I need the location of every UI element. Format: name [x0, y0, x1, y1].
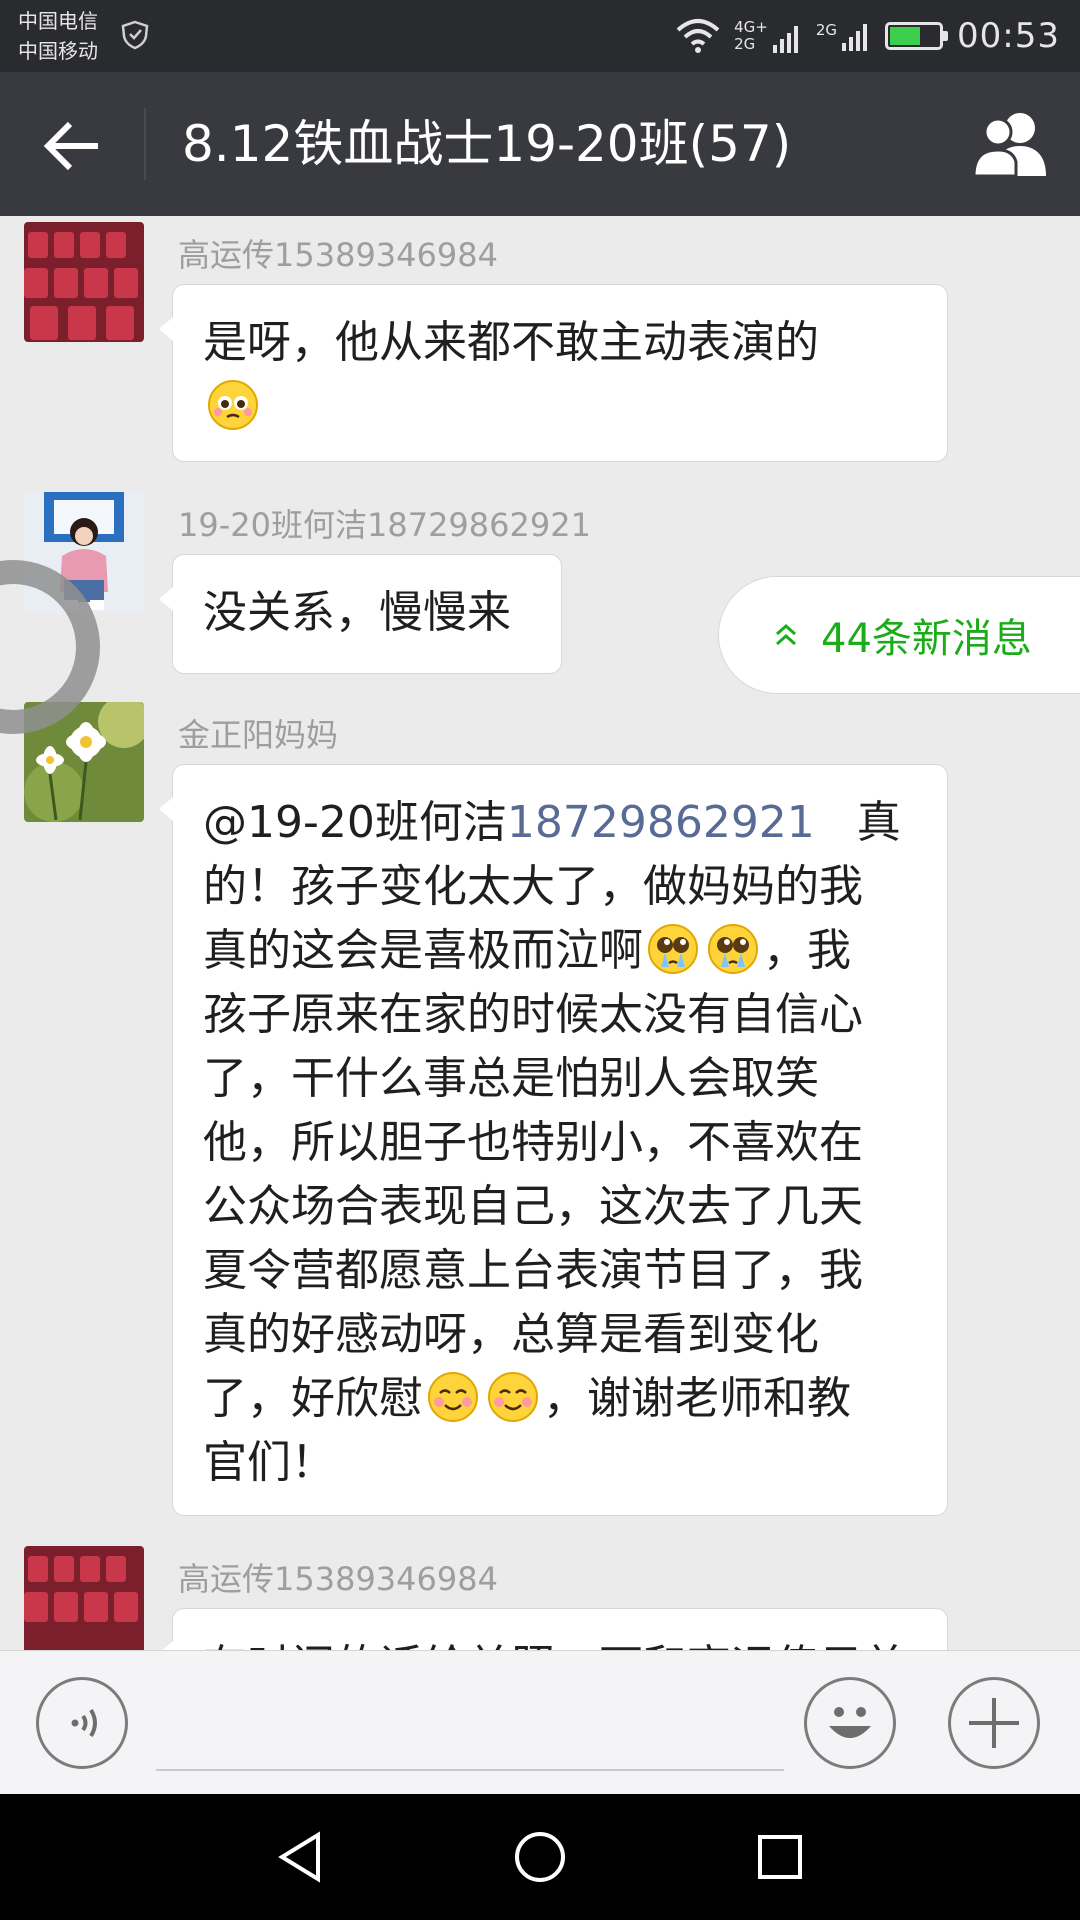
signal-2g: 2G — [816, 21, 871, 51]
chat-header: 8.12铁血战士19-20班(57) — [0, 72, 1080, 216]
nav-back-icon[interactable] — [270, 1827, 330, 1887]
smiley-icon — [829, 1707, 871, 1738]
new-messages-label: 44条新消息 — [821, 616, 1032, 662]
message-text-line-10a: 了，好欣慰 — [203, 1373, 423, 1424]
message-text-line-6: 他，所以胆子也特别小，不喜欢在 — [203, 1117, 863, 1168]
message-text-line-5: 了，干什么事总是怕别人会取笑 — [203, 1053, 819, 1104]
voice-button[interactable] — [36, 1677, 128, 1769]
new-messages-button[interactable]: 44条新消息 — [718, 576, 1080, 694]
status-bar: 中国电信 中国移动 4G+ 2G 2G 00:53 — [0, 0, 1080, 72]
message-bubble[interactable]: 没关系，慢慢来 — [159, 554, 562, 674]
back-arrow-icon[interactable] — [40, 114, 104, 178]
sender-name: 19-20班何洁18729862921 — [178, 506, 591, 544]
message-text-line-3b: ，我 — [763, 925, 851, 976]
input-bar — [0, 1650, 1080, 1795]
network-label-2g-a: 2G — [734, 35, 756, 53]
mention-number[interactable]: 18729862921 — [507, 797, 815, 848]
message-text-line-9: 真的好感动呀，总算是看到变化 — [203, 1309, 819, 1360]
message-bubble[interactable]: @19-20班何洁18729862921 真 的！孩子变化太大了，做妈妈的我 真的… — [159, 764, 948, 1516]
teary-face-emoji-icon — [648, 924, 698, 974]
signal-bars-icon-2 — [842, 24, 868, 51]
signal-4g: 4G+ 2G — [734, 19, 802, 53]
message-list[interactable]: 高运传15389346984 是呀，他从来都不敢主动表演的 19-20班何洁18… — [0, 216, 1080, 1650]
title-divider — [144, 108, 146, 180]
avatar[interactable] — [24, 1546, 144, 1650]
message-text-line-7: 公众场合表现自己，这次去了几天 — [203, 1181, 863, 1232]
plus-icon — [969, 1698, 1019, 1748]
signal-bars-icon — [772, 26, 798, 53]
chat-title: 8.12铁血战士19-20班(57) — [182, 115, 792, 173]
shield-icon — [121, 20, 149, 50]
message-text: 是呀，他从来都不敢主动表演的 — [203, 317, 819, 368]
clock: 00:53 — [957, 16, 1060, 56]
message-input[interactable] — [156, 1681, 784, 1771]
message-text-line-4: 孩子原来在家的时候太没有自信心 — [203, 989, 863, 1040]
sender-name: 高运传15389346984 — [178, 1560, 498, 1598]
message-bubble[interactable]: 有时间的话给关照一下和高运传只差 — [159, 1608, 948, 1650]
carrier-1: 中国电信 — [18, 9, 98, 33]
carrier-info: 中国电信 中国移动 — [18, 6, 98, 66]
double-chevron-up-icon — [776, 623, 796, 646]
avatar[interactable] — [24, 222, 144, 342]
nav-recents-icon[interactable] — [750, 1827, 810, 1887]
teary-face-emoji-icon — [708, 924, 758, 974]
carrier-2: 中国移动 — [18, 39, 98, 63]
system-navigation-bar — [0, 1794, 1080, 1920]
emoji-button[interactable] — [804, 1677, 896, 1769]
blush-face-emoji-icon — [488, 1372, 538, 1422]
message-bubble[interactable]: 是呀，他从来都不敢主动表演的 — [159, 284, 948, 462]
battery-icon — [885, 22, 949, 50]
message-text-line-11: 官们！ — [203, 1437, 335, 1488]
group-members-icon[interactable] — [972, 110, 1052, 180]
message-text-line-3a: 真的这会是喜极而泣啊 — [203, 925, 643, 976]
pleading-face-emoji-icon — [208, 380, 258, 430]
sender-name: 金正阳妈妈 — [178, 716, 339, 754]
avatar-image-red-chairs — [24, 1546, 144, 1650]
message-text-line-8: 夏令营都愿意上台表演节目了，我 — [203, 1245, 863, 1296]
blush-face-emoji-icon — [428, 1372, 478, 1422]
voice-icon — [71, 1708, 97, 1738]
mention-text: @19-20班何洁 — [203, 797, 507, 848]
message-text-line-1: 真 — [856, 797, 901, 848]
message-text-line-2: 的！孩子变化太大了，做妈妈的我 — [203, 861, 863, 912]
network-label-4g: 4G+ — [734, 18, 768, 36]
message-text-line-10b: ，谢谢老师和教 — [543, 1373, 851, 1424]
message-text: 没关系，慢慢来 — [203, 587, 511, 638]
avatar-image-red-chairs — [24, 222, 144, 342]
nav-home-icon[interactable] — [510, 1827, 570, 1887]
network-label-2g-b: 2G — [815, 21, 838, 39]
sender-name: 高运传15389346984 — [178, 236, 498, 274]
message-text: 有时间的话给关照一下和高运传只差 — [203, 1641, 907, 1650]
wifi-icon — [676, 19, 720, 53]
more-button[interactable] — [948, 1677, 1040, 1769]
